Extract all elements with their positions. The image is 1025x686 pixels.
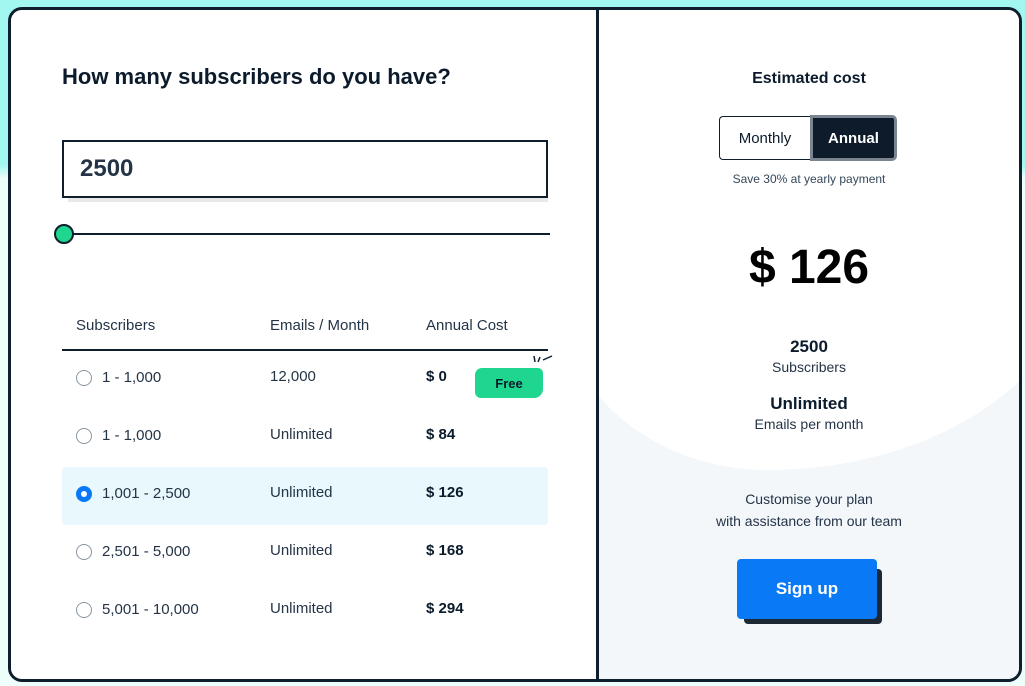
customise-line-2: with assistance from our team [716,513,902,529]
plan-subscribers: 1 - 1,000 [102,369,162,386]
subscribers-label: Subscribers [772,359,846,375]
plan-radio[interactable] [76,543,92,560]
slider-thumb[interactable] [54,224,74,244]
billing-period-toggle: Monthly Annual [719,115,897,161]
header-subscribers: Subscribers [76,317,156,334]
plan-subscribers: 1,001 - 2,500 [102,485,191,502]
monthly-toggle-button[interactable]: Monthly [719,116,810,160]
plan-cost: $ 126 [426,484,464,501]
header-cost: Annual Cost [426,317,508,334]
subscribers-value: 2500 [790,337,828,356]
plan-row-4[interactable]: 2,501 - 5,000 Unlimited $ 168 [62,525,548,583]
plan-emails: 12,000 [270,368,316,385]
estimated-cost-panel: Estimated cost Monthly Annual Save 30% a… [599,10,1019,679]
emails-label: Emails per month [754,416,864,432]
subscriber-calculator-panel: How many subscribers do you have? Subscr… [11,10,599,679]
plan-row-1[interactable]: 1 - 1,000 12,000 $ 0 Free [62,351,553,409]
customise-line-1: Customise your plan [745,491,873,507]
plan-subscribers: 1 - 1,000 [102,427,162,444]
emails-value: Unlimited [770,394,848,413]
plan-subscribers: 2,501 - 5,000 [102,543,191,560]
plan-cost: $ 84 [426,426,456,443]
table-header: Subscribers Emails / Month Annual Cost [62,315,548,351]
plan-cost: $ 294 [426,600,464,617]
pricing-calculator-card: How many subscribers do you have? Subscr… [8,7,1022,682]
sparkle-icon [533,355,553,363]
plan-emails: Unlimited [270,542,333,559]
subscribers-summary: 2500 Subscribers [599,337,1019,375]
header-emails: Emails / Month [270,317,370,334]
plan-subscribers: 5,001 - 10,000 [102,601,199,618]
signup-button-wrapper: Sign up [737,559,883,625]
subscriber-slider[interactable] [54,223,550,245]
annual-toggle-button[interactable]: Annual [809,115,897,161]
plan-row-2[interactable]: 1 - 1,000 Unlimited $ 84 [62,409,548,467]
estimated-cost-title: Estimated cost [752,70,866,87]
save-note: Save 30% at yearly payment [732,172,886,186]
plan-row-5[interactable]: 5,001 - 10,000 Unlimited $ 294 [62,583,548,641]
plan-radio-selected[interactable] [76,485,92,502]
plan-emails: Unlimited [270,484,333,501]
slider-track[interactable] [62,233,550,235]
free-badge: Free [475,368,543,398]
plan-radio[interactable] [76,369,92,386]
plan-emails: Unlimited [270,426,333,443]
subscriber-count-input[interactable] [62,140,548,198]
emails-summary: Unlimited Emails per month [599,394,1019,432]
customise-plan-note: Customise your plan with assistance from… [599,488,1019,532]
plan-radio[interactable] [76,427,92,444]
plan-emails: Unlimited [270,600,333,617]
estimated-price: $ 126 [748,241,870,294]
plan-cost: $ 168 [426,542,464,559]
subscriber-input-wrapper [62,140,548,202]
subscriber-question-heading: How many subscribers do you have? [62,64,451,89]
plan-radio[interactable] [76,601,92,618]
plan-row-3[interactable]: 1,001 - 2,500 Unlimited $ 126 [62,467,548,525]
signup-button[interactable]: Sign up [737,559,877,619]
plan-table: Subscribers Emails / Month Annual Cost 1… [62,315,553,641]
